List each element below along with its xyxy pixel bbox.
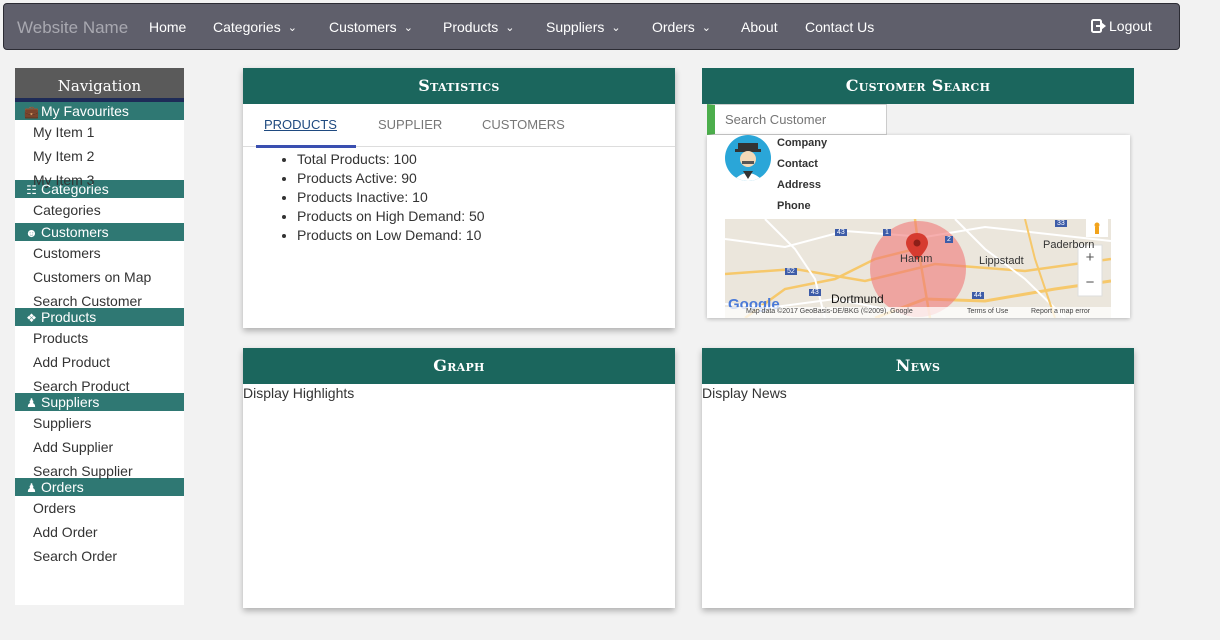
section-orders[interactable]: ♟ Orders [15, 478, 184, 496]
section-my-favourites[interactable]: 💼 My Favourites [15, 102, 184, 120]
customer-search-panel: Customer Search Company Contact Address … [702, 68, 1134, 328]
customer-search-input[interactable] [715, 105, 886, 134]
sidebar-item-products[interactable]: Products [15, 326, 184, 350]
top-navbar: Website Name Home Categories ⌄ Customers ⌄… [3, 3, 1180, 50]
statistics-panel: Statistics PRODUCTS SUPPLIER CUSTOMERS T… [243, 68, 675, 328]
news-body: Display News [702, 385, 787, 401]
sidebar-item-add-product[interactable]: Add Product [15, 350, 184, 374]
list-item: Products Active: 90 [297, 169, 675, 188]
map-report-link[interactable]: Report a map error [1031, 308, 1090, 315]
graph-title: Graph [243, 348, 675, 384]
nav-products[interactable]: Products ⌄ [443, 19, 514, 35]
logout-button[interactable]: Logout [1091, 18, 1152, 34]
sidebar-title: Navigation [15, 68, 184, 102]
sidebar-item-search-supplier[interactable]: Search Supplier [15, 459, 184, 479]
user-icon: ♟ [26, 481, 37, 495]
tab-supplier[interactable]: SUPPLIER [378, 117, 442, 132]
chevron-down-icon: ⌄ [505, 22, 515, 34]
brand-name[interactable]: Website Name [17, 18, 128, 38]
statistics-tabs: PRODUCTS SUPPLIER CUSTOMERS [243, 104, 675, 148]
sidebar: Navigation 💼 My Favourites My Item 1 My I… [15, 68, 184, 605]
road-badge: 43 [809, 289, 821, 296]
road-badge: 43 [835, 229, 847, 236]
map-city-label: Dortmund [831, 292, 884, 306]
customer-result-card[interactable]: Company Contact Address Phone 43 1 2 52 … [707, 135, 1130, 318]
map-city-label: Hamm [900, 253, 933, 265]
company-label: Company [777, 137, 828, 149]
section-products[interactable]: ❖ Products [15, 308, 184, 326]
chevron-down-icon: ⌄ [287, 22, 297, 34]
sidebar-item-add-order[interactable]: Add Order [15, 520, 184, 544]
chevron-down-icon: ⌄ [611, 22, 621, 34]
user-circle-icon: ☻ [25, 226, 38, 240]
list-item: Products Inactive: 10 [297, 188, 675, 207]
list-item: Total Products: 100 [297, 150, 675, 169]
road-badge: 2 [945, 236, 953, 243]
avatar [725, 135, 771, 181]
sidebar-item-customers[interactable]: Customers [15, 241, 184, 265]
road-badge: 44 [972, 292, 984, 299]
statistics-title: Statistics [243, 68, 675, 104]
cubes-icon: ❖ [26, 311, 37, 325]
sidebar-item-my-item-1[interactable]: My Item 1 [15, 120, 184, 144]
nav-home[interactable]: Home [149, 19, 186, 35]
chevron-down-icon: ⌄ [403, 22, 413, 34]
sidebar-item-my-item-3[interactable]: My Item 3 [15, 168, 184, 188]
sidebar-item-add-supplier[interactable]: Add Supplier [15, 435, 184, 459]
customer-search-title: Customer Search [702, 68, 1134, 104]
section-suppliers[interactable]: ♟ Suppliers [15, 393, 184, 411]
address-label: Address [777, 179, 822, 191]
tab-customers[interactable]: CUSTOMERS [482, 117, 565, 132]
active-tab-indicator [256, 145, 356, 148]
news-panel: News Display News [702, 348, 1134, 608]
section-categories[interactable]: ☷ Categories [15, 180, 184, 198]
zoom-in-button[interactable]: + [1081, 249, 1099, 266]
section-customers[interactable]: ☻ Customers [15, 223, 184, 241]
chevron-down-icon: ⌄ [701, 22, 712, 34]
statistics-list: Total Products: 100 Products Active: 90 … [243, 150, 675, 245]
sidebar-item-categories[interactable]: Categories [15, 198, 184, 223]
map-city-label: Lippstadt [979, 255, 1024, 267]
briefcase-icon: 💼 [24, 105, 39, 119]
user-icon: ♟ [26, 396, 37, 410]
nav-customers[interactable]: Customers ⌄ [329, 19, 413, 35]
road-badge: 33 [1055, 220, 1067, 227]
sidebar-item-suppliers[interactable]: Suppliers [15, 411, 184, 435]
road-badge: 1 [883, 229, 891, 236]
nav-contact-us[interactable]: Contact Us [805, 19, 874, 35]
customer-map[interactable]: 43 1 2 52 43 44 33 Hamm Lippstadt Paderb… [725, 219, 1111, 318]
map-terms-link[interactable]: Terms of Use [967, 308, 1008, 315]
tab-products[interactable]: PRODUCTS [264, 117, 337, 132]
news-title: News [702, 348, 1134, 384]
sidebar-item-orders[interactable]: Orders [15, 496, 184, 520]
sidebar-item-my-item-2[interactable]: My Item 2 [15, 144, 184, 168]
sidebar-item-search-customer[interactable]: Search Customer [15, 289, 184, 309]
graph-panel: Graph Display Highlights [243, 348, 675, 608]
customer-search-field [707, 104, 887, 135]
phone-label: Phone [777, 200, 811, 212]
graph-body: Display Highlights [243, 385, 355, 401]
nav-categories[interactable]: Categories ⌄ [213, 19, 297, 35]
contact-label: Contact [777, 158, 818, 170]
sidebar-item-search-product[interactable]: Search Product [15, 374, 184, 394]
sidebar-item-customers-on-map[interactable]: Customers on Map [15, 265, 184, 289]
map-attribution: Map data ©2017 GeoBasis-DE/BKG (©2009), … [746, 308, 913, 315]
sidebar-item-search-order[interactable]: Search Order [15, 544, 184, 568]
list-item: Products on Low Demand: 10 [297, 226, 675, 245]
sitemap-icon: ☷ [26, 183, 37, 197]
nav-suppliers[interactable]: Suppliers ⌄ [546, 19, 621, 35]
nav-orders[interactable]: Orders ⌄ [652, 19, 711, 35]
logout-icon [1091, 19, 1106, 33]
zoom-out-button[interactable]: − [1081, 274, 1099, 291]
road-badge: 52 [785, 268, 797, 275]
list-item: Products on High Demand: 50 [297, 207, 675, 226]
nav-about[interactable]: About [741, 19, 778, 35]
